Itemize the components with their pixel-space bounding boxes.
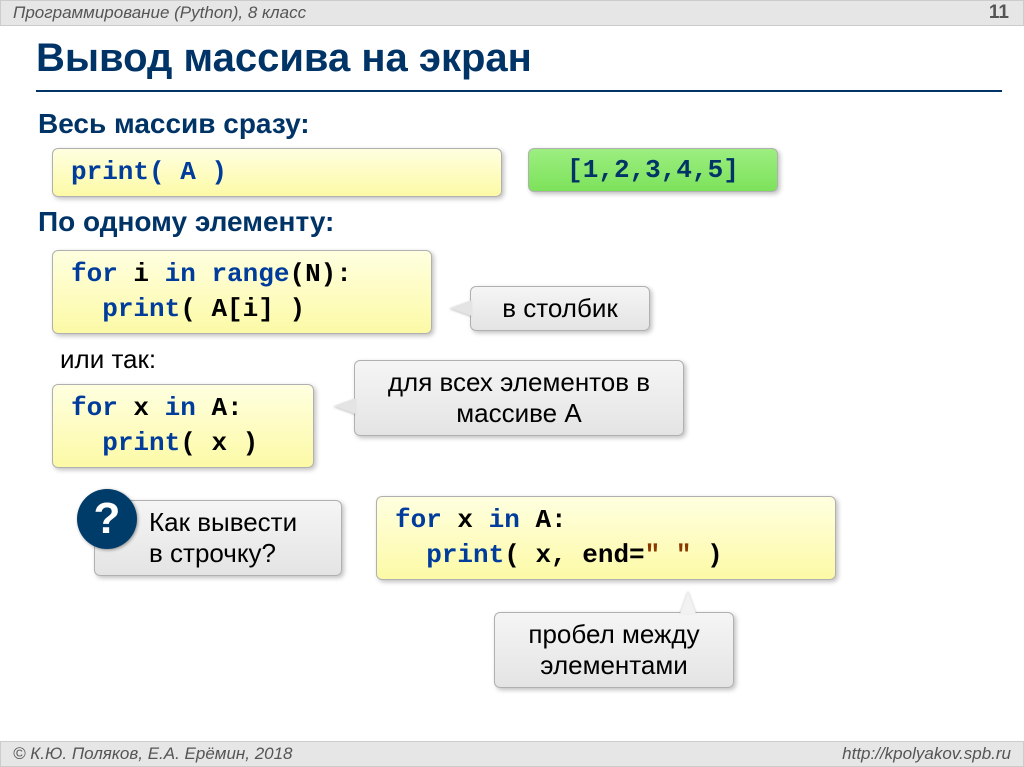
footer-url: http://kpolyakov.spb.ru	[842, 742, 1011, 766]
section1-label: Весь массив сразу:	[38, 108, 310, 140]
page-number: 11	[989, 1, 1009, 25]
footer-authors: © К.Ю. Поляков, Е.А. Ерёмин, 2018	[13, 742, 293, 766]
question-line2: в строчку?	[149, 538, 276, 568]
txt: ( A[i] )	[180, 294, 305, 324]
kw-print: print	[426, 540, 504, 570]
slide: Программирование (Python), 8 класс 11 Вы…	[0, 0, 1024, 767]
callout-line1: для всех элементов в	[388, 367, 650, 397]
string-literal: " "	[645, 540, 692, 570]
txt	[196, 259, 212, 289]
txt: (N):	[289, 259, 351, 289]
kw-print: print( A )	[71, 157, 227, 187]
callout-column: в столбик	[470, 286, 650, 331]
question-mark-icon: ?	[77, 489, 137, 549]
callout-space: пробел между элементами	[494, 612, 734, 688]
callout-tail	[334, 398, 356, 414]
kw-in: in	[489, 505, 520, 535]
indent	[71, 294, 102, 324]
txt: ( x )	[180, 428, 258, 458]
kw-for: for	[71, 259, 118, 289]
kw-print: print	[102, 294, 180, 324]
kw-for: for	[71, 393, 118, 423]
kw-print: print	[102, 428, 180, 458]
section2-label: По одному элементу:	[38, 206, 334, 238]
course-label: Программирование (Python), 8 класс	[13, 3, 306, 22]
kw-in: in	[165, 393, 196, 423]
kw-for: for	[395, 505, 442, 535]
footer-bar: © К.Ю. Поляков, Е.А. Ерёмин, 2018 http:/…	[0, 741, 1024, 767]
indent	[395, 540, 426, 570]
callout-line1: пробел между	[528, 619, 699, 649]
txt: x	[118, 393, 165, 423]
callout-tail	[450, 300, 472, 316]
section3-label: или так:	[60, 344, 156, 375]
header-bar: Программирование (Python), 8 класс 11	[0, 0, 1024, 26]
code-for-range: for i in range(N): print( A[i] )	[52, 250, 432, 334]
callout-tail	[680, 592, 696, 614]
txt: i	[118, 259, 165, 289]
txt: A:	[196, 393, 243, 423]
question-line1: Как вывести	[149, 507, 297, 537]
output-array: [1,2,3,4,5]	[528, 148, 778, 192]
code-for-end: for x in A: print( x, end=" " )	[376, 496, 836, 580]
txt: ( x, end=	[504, 540, 644, 570]
title-rule	[36, 90, 1002, 92]
indent	[71, 428, 102, 458]
callout-line2: элементами	[540, 650, 688, 680]
txt: x	[442, 505, 489, 535]
callout-line2: массиве A	[456, 398, 581, 428]
callout-all-elements: для всех элементов в массиве A	[354, 360, 684, 436]
txt: A:	[520, 505, 567, 535]
question-box: ? Как вывести в строчку?	[94, 500, 342, 576]
callout-text: в столбик	[502, 293, 618, 323]
code-for-x: for x in A: print( x )	[52, 384, 314, 468]
slide-title: Вывод массива на экран	[36, 36, 532, 81]
txt: )	[691, 540, 722, 570]
kw-range: range	[211, 259, 289, 289]
kw-in: in	[165, 259, 196, 289]
code-print-all: print( A )	[52, 148, 502, 197]
